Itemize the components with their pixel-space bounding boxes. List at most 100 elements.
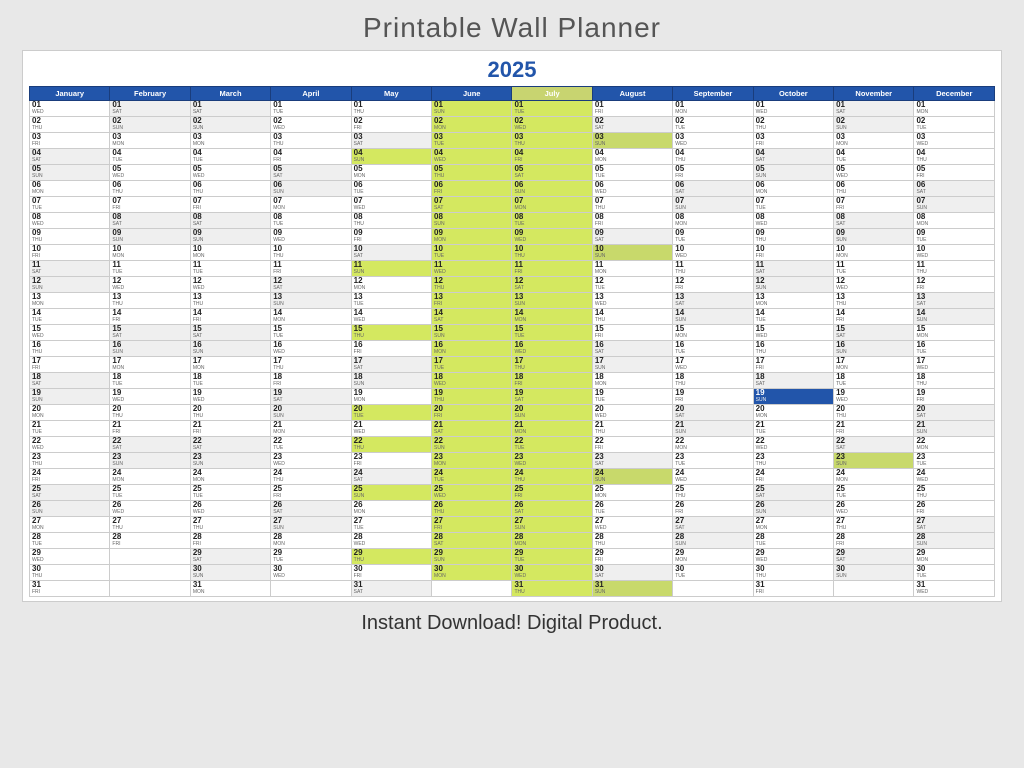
calendar-cell — [110, 565, 190, 581]
calendar-cell: 17FRI — [30, 357, 110, 373]
calendar-cell: 06WED — [592, 181, 672, 197]
calendar-cell: 11TUE — [110, 261, 190, 277]
calendar-cell: 06THU — [190, 181, 270, 197]
calendar-cell: 28MON — [271, 533, 351, 549]
calendar-cell: 28TUE — [753, 533, 833, 549]
calendar-cell: 15MON — [673, 325, 753, 341]
calendar-cell: 12SUN — [753, 277, 833, 293]
calendar-cell: 12FRI — [914, 277, 995, 293]
month-col-sep: September — [673, 87, 753, 101]
calendar-cell: 05WED — [190, 165, 270, 181]
month-col-nov: November — [834, 87, 914, 101]
calendar-cell: 15SAT — [110, 325, 190, 341]
calendar-cell: 19SAT — [512, 389, 592, 405]
calendar-cell: 08TUE — [271, 213, 351, 229]
calendar-cell: 16SUN — [110, 341, 190, 357]
calendar-cell: 10MON — [110, 245, 190, 261]
calendar-cell: 24MON — [190, 469, 270, 485]
calendar-cell: 16WED — [512, 341, 592, 357]
calendar-cell: 23WED — [512, 453, 592, 469]
calendar-cell: 11SAT — [753, 261, 833, 277]
calendar-cell: 23SUN — [110, 453, 190, 469]
calendar-cell: 22MON — [914, 437, 995, 453]
calendar-cell: 05TUE — [592, 165, 672, 181]
calendar-cell: 05WED — [834, 165, 914, 181]
table-row: 22WED22SAT22SAT22TUE22THU22SUN22TUE22FRI… — [30, 437, 995, 453]
calendar-cell: 25TUE — [190, 485, 270, 501]
calendar-cell: 10SUN — [592, 245, 672, 261]
calendar-cell: 25TUE — [834, 485, 914, 501]
calendar-cell: 07SUN — [673, 197, 753, 213]
calendar-cell: 06SAT — [673, 181, 753, 197]
table-row: 17FRI17MON17MON17THU17SAT17TUE17THU17SUN… — [30, 357, 995, 373]
calendar-cell: 19TUE — [592, 389, 672, 405]
calendar-cell: 15SAT — [190, 325, 270, 341]
calendar-cell: 07SUN — [914, 197, 995, 213]
calendar-cell: 28FRI — [190, 533, 270, 549]
calendar-cell: 08SAT — [834, 213, 914, 229]
calendar-cell: 05THU — [432, 165, 512, 181]
calendar-cell: 08SAT — [110, 213, 190, 229]
calendar-cell: 13SAT — [673, 293, 753, 309]
calendar-cell: 12MON — [351, 277, 431, 293]
calendar-cell: 19FRI — [914, 389, 995, 405]
calendar-cell: 06MON — [30, 181, 110, 197]
calendar-cell: 08MON — [673, 213, 753, 229]
calendar-cell: 29TUE — [271, 549, 351, 565]
table-row: 07TUE07FRI07FRI07MON07WED07SAT07MON07THU… — [30, 197, 995, 213]
calendar-cell: 29SUN — [432, 549, 512, 565]
calendar-cell: 11TUE — [190, 261, 270, 277]
calendar-cell: 22SAT — [834, 437, 914, 453]
calendar-cell: 05MON — [351, 165, 431, 181]
calendar-cell: 02THU — [30, 117, 110, 133]
calendar-cell: 21SAT — [432, 421, 512, 437]
calendar-cell: 24FRI — [753, 469, 833, 485]
calendar-cell: 28WED — [351, 533, 431, 549]
calendar-cell: 30SUN — [834, 565, 914, 581]
calendar-cell: 30SAT — [592, 565, 672, 581]
calendar-cell: 17SUN — [592, 357, 672, 373]
calendar-cell: 06FRI — [432, 181, 512, 197]
calendar-cell: 16TUE — [914, 341, 995, 357]
calendar-cell: 22SAT — [190, 437, 270, 453]
month-header-row: January February March April May June Ju… — [30, 87, 995, 101]
calendar-cell: 02FRI — [351, 117, 431, 133]
calendar-cell: 22TUE — [271, 437, 351, 453]
calendar-cell: 24THU — [512, 469, 592, 485]
table-row: 02THU02SUN02SUN02WED02FRI02MON02WED02SAT… — [30, 117, 995, 133]
calendar-cell: 10SAT — [351, 245, 431, 261]
calendar-cell: 17THU — [271, 357, 351, 373]
calendar-cell: 07THU — [592, 197, 672, 213]
calendar-cell: 08TUE — [512, 213, 592, 229]
calendar-cell: 10TUE — [432, 245, 512, 261]
calendar-cell: 18THU — [673, 373, 753, 389]
table-row: 21TUE21FRI21FRI21MON21WED21SAT21MON21THU… — [30, 421, 995, 437]
calendar-cell: 07MON — [512, 197, 592, 213]
calendar-cell: 11WED — [432, 261, 512, 277]
calendar-cell: 25TUE — [110, 485, 190, 501]
calendar-cell: 10FRI — [30, 245, 110, 261]
calendar-cell: 26FRI — [673, 501, 753, 517]
calendar-cell: 23TUE — [673, 453, 753, 469]
calendar-cell: 18FRI — [271, 373, 351, 389]
calendar-cell: 14WED — [351, 309, 431, 325]
calendar-cell: 31FRI — [753, 581, 833, 597]
calendar-cell: 18SAT — [753, 373, 833, 389]
calendar-cell: 31WED — [914, 581, 995, 597]
calendar-cell: 23WED — [271, 453, 351, 469]
calendar-cell: 15MON — [914, 325, 995, 341]
table-row: 23THU23SUN23SUN23WED23FRI23MON23WED23SAT… — [30, 453, 995, 469]
calendar-cell: 06THU — [110, 181, 190, 197]
calendar-cell: 16TUE — [673, 341, 753, 357]
calendar-cell: 17FRI — [753, 357, 833, 373]
calendar-cell: 20MON — [753, 405, 833, 421]
calendar-cell: 27THU — [834, 517, 914, 533]
calendar-cell: 29MON — [673, 549, 753, 565]
calendar-cell: 04FRI — [512, 149, 592, 165]
calendar-cell: 16THU — [30, 341, 110, 357]
table-row: 24FRI24MON24MON24THU24SAT24TUE24THU24SUN… — [30, 469, 995, 485]
calendar-cell: 01MON — [914, 101, 995, 117]
table-row: 28TUE28FRI28FRI28MON28WED28SAT28MON28THU… — [30, 533, 995, 549]
calendar-cell — [432, 581, 512, 597]
month-col-apr: April — [271, 87, 351, 101]
